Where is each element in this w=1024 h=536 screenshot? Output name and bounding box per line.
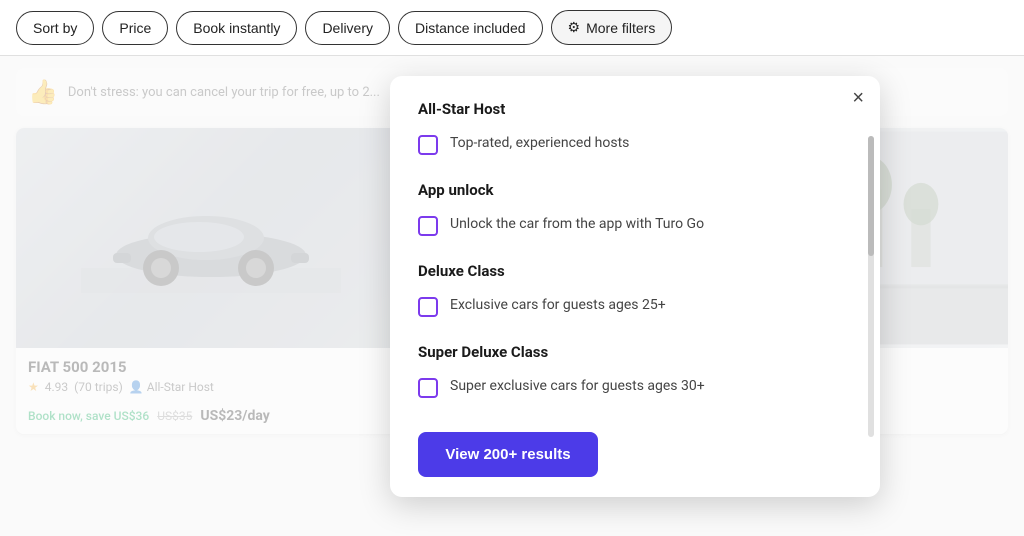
filter-section-allstar: All-Star Host Top-rated, experienced hos… [418, 100, 852, 159]
filter-section-deluxe: Deluxe Class Exclusive cars for guests a… [418, 262, 852, 321]
filter-section-appunlock: App unlock Unlock the car from the app w… [418, 181, 852, 240]
checkbox-super-deluxe-30[interactable] [418, 378, 438, 398]
deluxe-title: Deluxe Class [418, 262, 852, 280]
more-filters-button[interactable]: ⚙ More filters [551, 10, 673, 45]
filters-icon: ⚙ [568, 19, 581, 36]
price-button[interactable]: Price [102, 11, 168, 45]
modal-scrollbar-thumb [868, 136, 874, 256]
more-filters-modal: × All-Star Host Top-rated, experienced h… [390, 76, 880, 497]
distance-included-button[interactable]: Distance included [398, 11, 543, 45]
filter-option-toprated: Top-rated, experienced hosts [418, 130, 852, 159]
filter-option-superdeluxe-30: Super exclusive cars for guests ages 30+ [418, 373, 852, 402]
modal-close-button[interactable]: × [852, 88, 864, 108]
appunlock-title: App unlock [418, 181, 852, 199]
book-instantly-button[interactable]: Book instantly [176, 11, 297, 45]
main-content: 👍 Don't stress: you can cancel your trip… [0, 56, 1024, 536]
checkbox-top-rated[interactable] [418, 135, 438, 155]
option-label-superdeluxe-30: Super exclusive cars for guests ages 30+ [450, 377, 705, 397]
superdeluxe-title: Super Deluxe Class [418, 343, 852, 361]
modal-scrollbar[interactable] [868, 136, 874, 437]
view-results-button[interactable]: View 200+ results [418, 432, 598, 477]
filter-option-deluxe-25: Exclusive cars for guests ages 25+ [418, 292, 852, 321]
filter-section-superdeluxe: Super Deluxe Class Super exclusive cars … [418, 343, 852, 402]
allstar-title: All-Star Host [418, 100, 852, 118]
modal-footer: View 200+ results [390, 416, 880, 497]
option-label-deluxe-25: Exclusive cars for guests ages 25+ [450, 296, 666, 316]
checkbox-turo-go[interactable] [418, 216, 438, 236]
sort-by-button[interactable]: Sort by [16, 11, 94, 45]
filter-bar: Sort by Price Book instantly Delivery Di… [0, 0, 1024, 56]
option-label-toprated: Top-rated, experienced hosts [450, 134, 629, 154]
modal-body: All-Star Host Top-rated, experienced hos… [390, 76, 880, 416]
checkbox-deluxe-25[interactable] [418, 297, 438, 317]
filter-option-turo-go: Unlock the car from the app with Turo Go [418, 211, 852, 240]
delivery-button[interactable]: Delivery [305, 11, 390, 45]
option-label-turo-go: Unlock the car from the app with Turo Go [450, 215, 704, 235]
